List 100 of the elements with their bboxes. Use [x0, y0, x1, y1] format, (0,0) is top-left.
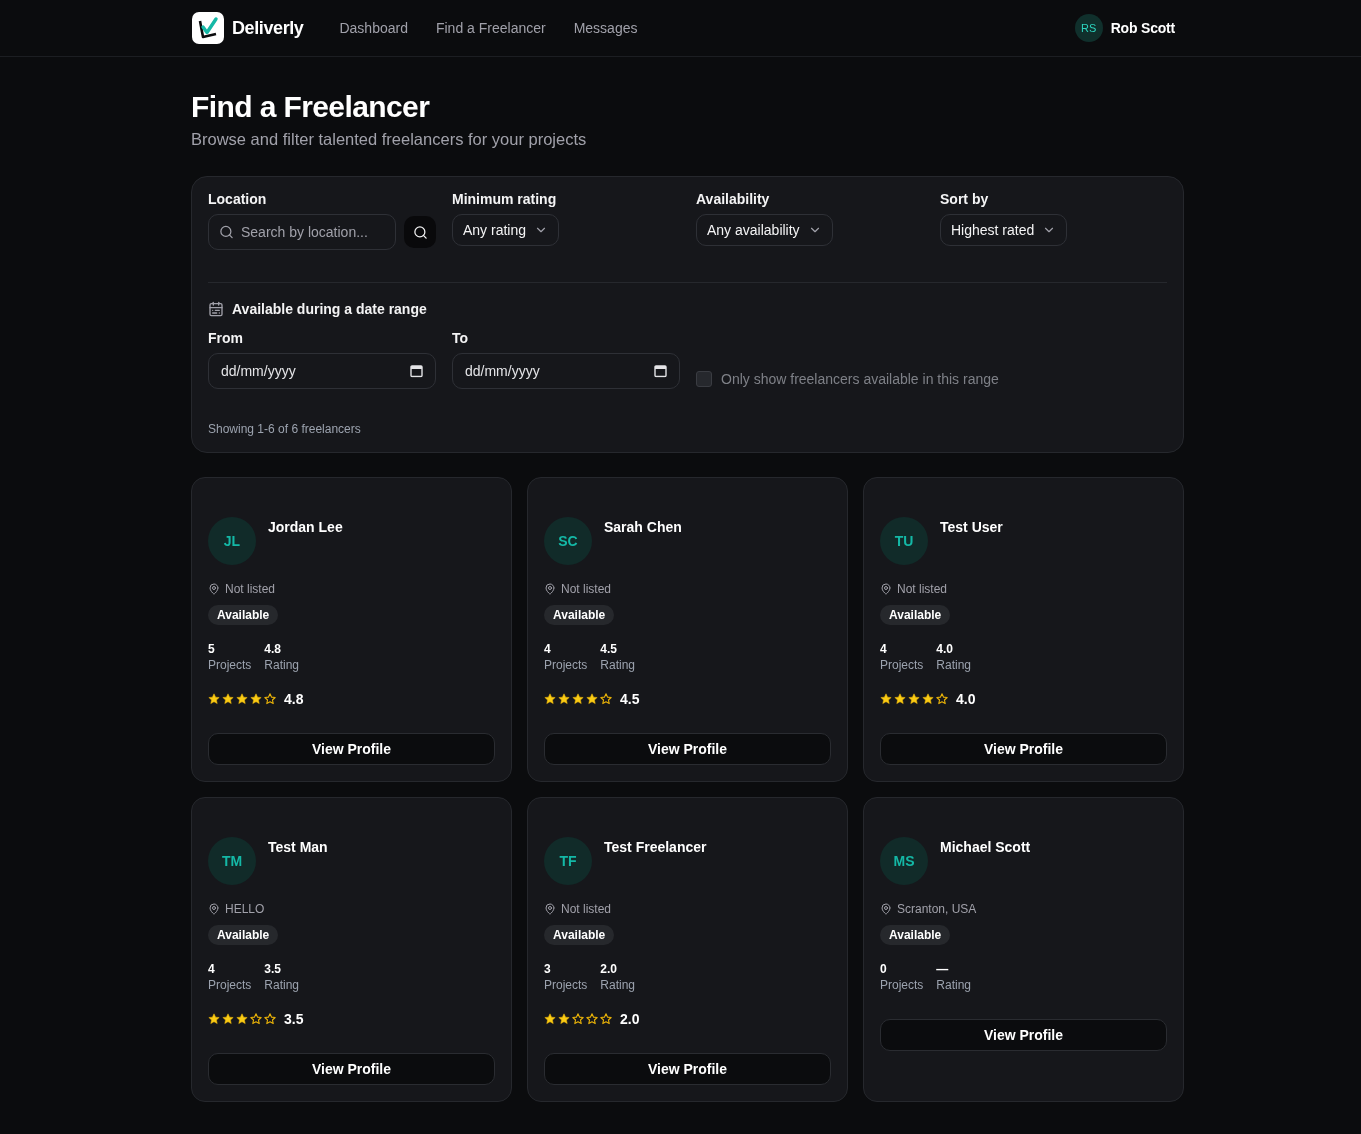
status-badge: Available — [880, 925, 951, 945]
status-badge: Available — [208, 925, 279, 945]
nav-link[interactable]: Dashboard — [339, 20, 408, 36]
stat-label: Rating — [264, 657, 300, 673]
stat-value: 4.0 — [936, 641, 955, 657]
location-text: Scranton, USA — [897, 901, 977, 917]
stat-label: Projects — [208, 977, 252, 993]
location-pin-icon — [208, 903, 220, 915]
location-text: HELLO — [225, 901, 265, 917]
star-icon — [544, 1013, 556, 1025]
nav-link[interactable]: Messages — [573, 20, 638, 36]
location-pin-icon — [544, 903, 556, 915]
star-icon — [236, 1013, 248, 1025]
stat-value: 0 — [880, 961, 888, 977]
rating-score: 4.0 — [956, 691, 976, 707]
location-text: Not listed — [561, 901, 612, 917]
freelancer-name: Test User — [940, 519, 1003, 535]
filter-dropdown[interactable]: Any availability — [696, 214, 833, 246]
star-outline-icon — [250, 1013, 262, 1025]
page-title: Find a Freelancer — [191, 89, 431, 124]
user-name: Rob Scott — [1110, 20, 1175, 36]
rating-score: 3.5 — [284, 1011, 304, 1027]
status-badge: Available — [880, 605, 951, 625]
user-avatar[interactable]: RS — [1074, 14, 1103, 42]
star-icon — [544, 693, 556, 705]
avatar: TF — [544, 837, 592, 885]
location-pin-icon — [880, 903, 892, 915]
stat-value: 3 — [544, 961, 552, 977]
star-outline-icon — [936, 693, 948, 705]
stat-label: Rating — [600, 977, 636, 993]
star-icon — [922, 693, 934, 705]
view-profile-button[interactable]: View Profile — [880, 733, 1167, 765]
star-icon — [208, 1013, 220, 1025]
freelancer-name: Test Freelancer — [604, 839, 707, 855]
nav-link[interactable]: Find a Freelancer — [435, 20, 546, 36]
star-outline-icon — [572, 1013, 584, 1025]
stat-label: Rating — [264, 977, 300, 993]
avatar: TM — [208, 837, 256, 885]
star-icon — [880, 693, 892, 705]
star-icon — [908, 693, 920, 705]
search-icon — [412, 224, 428, 240]
date-field[interactable]: dd/mm/yyyy — [208, 353, 436, 389]
checkbox-label: Only show freelancers available in this range — [721, 371, 999, 387]
star-icon — [572, 693, 584, 705]
location-text: Not listed — [225, 581, 276, 597]
field-label: To — [452, 330, 469, 346]
view-profile-button[interactable]: View Profile — [208, 1053, 495, 1085]
stat-label: Projects — [880, 977, 924, 993]
calendar-icon — [208, 301, 224, 317]
star-icon — [222, 693, 234, 705]
star-icon — [222, 1013, 234, 1025]
star-icon — [250, 693, 262, 705]
star-outline-icon — [264, 693, 276, 705]
status-badge: Available — [544, 925, 615, 945]
view-profile-button[interactable]: View Profile — [880, 1019, 1167, 1051]
location-pin-icon — [880, 583, 892, 595]
status-badge: Available — [544, 605, 615, 625]
location-text: Not listed — [561, 581, 612, 597]
stat-label: Rating — [600, 657, 636, 673]
star-outline-icon — [600, 693, 612, 705]
stat-label: Rating — [936, 657, 972, 673]
view-profile-button[interactable]: View Profile — [544, 1053, 831, 1085]
view-profile-button[interactable]: View Profile — [208, 733, 495, 765]
star-outline-icon — [586, 1013, 598, 1025]
stat-label: Projects — [544, 657, 588, 673]
brand-name: Deliverly — [232, 17, 304, 39]
stat-value: 4.5 — [600, 641, 619, 657]
field-label: Sort by — [940, 191, 989, 207]
stat-value: 2.0 — [600, 961, 619, 977]
filter-dropdown[interactable]: Highest rated — [940, 214, 1068, 246]
stat-value: 4.8 — [264, 641, 283, 657]
location-text: Not listed — [897, 581, 948, 597]
star-icon — [558, 693, 570, 705]
freelancer-name: Sarah Chen — [604, 519, 682, 535]
stat-value: 4 — [880, 641, 888, 657]
star-icon — [208, 693, 220, 705]
rating-score: 4.5 — [620, 691, 640, 707]
stat-value: 4 — [208, 961, 216, 977]
star-icon — [236, 693, 248, 705]
date-field[interactable]: dd/mm/yyyy — [452, 353, 680, 389]
calendar-icon[interactable] — [410, 364, 423, 378]
search-button[interactable] — [404, 216, 436, 248]
page-subtitle: Browse and filter talented freelancers for your projects — [191, 129, 588, 149]
stat-value: 5 — [208, 641, 216, 657]
location-search-field[interactable]: Search by location... — [208, 214, 396, 250]
view-profile-button[interactable]: View Profile — [544, 733, 831, 765]
field-label: Location — [208, 191, 267, 207]
stat-label: Projects — [208, 657, 252, 673]
calendar-icon[interactable] — [654, 364, 667, 378]
freelancer-name: Test Man — [268, 839, 328, 855]
results-count: Showing 1-6 of 6 freelancers — [208, 421, 362, 437]
stat-label: Projects — [544, 977, 588, 993]
avatar: MS — [880, 837, 928, 885]
avatar: TU — [880, 517, 928, 565]
filter-dropdown[interactable]: Any rating — [452, 214, 560, 246]
rating-score: 2.0 — [620, 1011, 640, 1027]
search-icon — [219, 224, 234, 240]
field-label: From — [208, 330, 243, 346]
avatar: JL — [208, 517, 256, 565]
star-icon — [558, 1013, 570, 1025]
